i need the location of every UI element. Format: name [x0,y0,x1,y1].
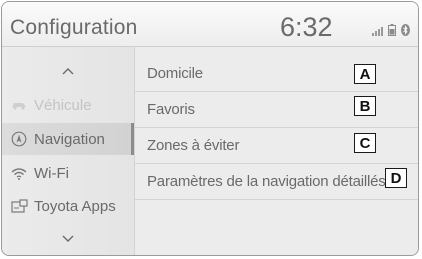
menu-item-label: Paramètres de la navigation détaillés [147,172,386,190]
chevron-up-icon [62,68,74,75]
apps-icon [8,199,30,213]
chevron-down-icon [62,235,74,242]
callout-label: A [354,64,376,84]
sidebar: Véhicule Navigation Wi-Fi Toyota Apps [2,47,134,255]
menu-item-label: Domicile [147,64,203,82]
sidebar-item-label: Véhicule [34,96,92,114]
sidebar-item-vehicule[interactable]: Véhicule [2,89,134,121]
menu-item-label: Favoris [147,100,195,118]
sidebar-item-label: Toyota Apps [34,197,116,215]
status-icons [372,24,410,36]
car-icon [8,100,30,110]
sidebar-item-label: Navigation [34,130,105,148]
sidebar-item-navigation[interactable]: Navigation [2,123,134,155]
clock: 6:32 [280,12,333,42]
callout-label: D [385,168,407,188]
page-title: Configuration [10,16,138,39]
scroll-up-button[interactable] [56,61,80,81]
screen: Configuration 6:32 Véhicule Navigation W… [1,1,419,256]
callout-label: C [354,133,376,153]
signal-icon [372,27,383,36]
sidebar-item-wifi[interactable]: Wi-Fi [2,157,134,189]
battery-icon [388,24,396,36]
sidebar-item-toyota-apps[interactable]: Toyota Apps [2,190,134,222]
sidebar-item-label: Wi-Fi [34,164,69,182]
navigation-icon [8,131,30,147]
menu-item-parametres-navigation[interactable]: Paramètres de la navigation détaillés [135,163,418,200]
menu-item-label: Zones à éviter [147,136,240,154]
header-bar: Configuration 6:32 [2,2,418,47]
callout-label: B [354,96,376,116]
bluetooth-icon [401,24,410,36]
scroll-down-button[interactable] [56,229,80,249]
wifi-icon [8,167,30,180]
